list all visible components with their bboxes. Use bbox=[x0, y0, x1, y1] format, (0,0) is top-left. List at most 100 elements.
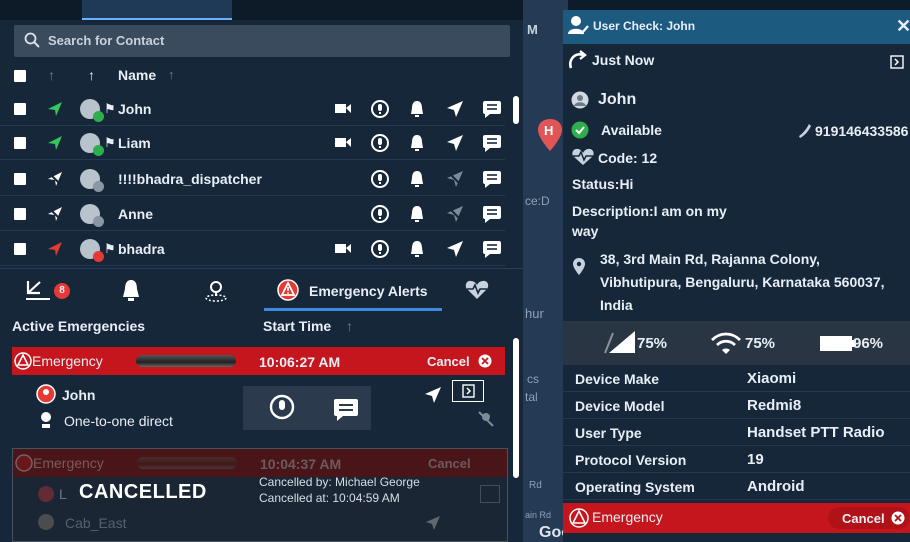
cancelled-emergency-bar: Emergency 10:04:37 AM Cancel bbox=[13, 449, 507, 477]
missed-count-badge: 8 bbox=[54, 283, 70, 299]
contacts-scrollbar[interactable] bbox=[513, 96, 519, 124]
emergencies-header: Active Emergencies Start Time ↑ bbox=[0, 310, 523, 342]
contact-row[interactable]: !!!!bhadra_dispatcher bbox=[0, 162, 505, 196]
available-badge bbox=[93, 111, 104, 122]
cancelled-title: Emergency bbox=[33, 455, 104, 471]
device-info-key: Operating System bbox=[575, 479, 695, 495]
user-check-icon bbox=[567, 14, 589, 39]
contact-row[interactable]: ⚑ bhadra bbox=[0, 232, 505, 266]
emergencies-scrollbar[interactable] bbox=[513, 338, 519, 478]
alert-bell-icon[interactable] bbox=[408, 205, 426, 226]
cancelled-user-partial: L bbox=[59, 486, 67, 502]
sort-avatar-icon[interactable]: ↑ bbox=[88, 67, 95, 83]
alert-bell-icon[interactable] bbox=[408, 240, 426, 261]
name-column-header[interactable]: Name bbox=[118, 67, 156, 83]
ptt-call-icon[interactable] bbox=[371, 240, 389, 261]
ptt-call-icon[interactable] bbox=[371, 205, 389, 226]
close-icon[interactable]: ✕ bbox=[896, 16, 910, 37]
cancelled-status-label: CANCELLED bbox=[79, 481, 207, 503]
top-tab-strip bbox=[0, 0, 523, 20]
emergency-user-icon bbox=[37, 485, 55, 506]
alert-bell-icon[interactable] bbox=[408, 170, 426, 191]
avatar bbox=[80, 133, 104, 156]
send-location-disabled-icon bbox=[446, 205, 464, 226]
user-address: 38, 3rd Main Rd, Rajanna Colony, Vibhuti… bbox=[600, 251, 885, 313]
row-checkbox[interactable] bbox=[14, 243, 26, 255]
tab-emergency-alerts[interactable]: Emergency Alerts bbox=[264, 271, 442, 311]
message-icon[interactable] bbox=[482, 240, 502, 261]
locate-user-icon[interactable] bbox=[424, 386, 442, 407]
start-time-heading[interactable]: Start Time bbox=[263, 318, 331, 334]
contact-row[interactable]: ⚑ Liam bbox=[0, 126, 505, 160]
location-tab-icon[interactable] bbox=[203, 279, 229, 306]
message-icon[interactable] bbox=[482, 170, 502, 191]
phone-icon bbox=[796, 122, 812, 141]
ptt-call-icon[interactable] bbox=[371, 134, 389, 155]
panel-cancel-label: Cancel bbox=[842, 511, 885, 526]
hospital-marker-icon[interactable]: H bbox=[537, 118, 563, 155]
refresh-icon[interactable] bbox=[567, 50, 591, 75]
message-icon[interactable] bbox=[482, 134, 502, 155]
panel-emergency-bar: Emergency Cancel bbox=[563, 503, 910, 533]
ptt-call-icon[interactable] bbox=[269, 394, 295, 423]
cancelled-audio-pill bbox=[137, 457, 237, 469]
emergency-badge bbox=[93, 251, 104, 262]
send-location-disabled-icon bbox=[446, 170, 464, 191]
video-call-icon[interactable] bbox=[334, 134, 352, 153]
bottom-tab-bar: 8 Emergency Alerts bbox=[0, 268, 523, 311]
ptt-call-icon[interactable] bbox=[371, 100, 389, 121]
ptt-call-icon[interactable] bbox=[371, 170, 389, 191]
panel-emergency-label: Emergency bbox=[592, 509, 663, 525]
alerts-tab-icon[interactable] bbox=[120, 279, 142, 306]
expand-details-button[interactable] bbox=[452, 380, 484, 402]
row-checkbox[interactable] bbox=[14, 208, 26, 220]
alert-bell-icon[interactable] bbox=[408, 100, 426, 121]
heartbeat-tab-icon[interactable] bbox=[464, 279, 490, 304]
panel-cancel-emergency-button[interactable]: Cancel bbox=[828, 507, 910, 529]
message-icon[interactable] bbox=[482, 205, 502, 226]
emergency-row-active[interactable]: Emergency 10:06:27 AM Cancel bbox=[12, 347, 505, 375]
contact-row[interactable]: ⚑ John bbox=[0, 92, 505, 126]
device-info-value: Android bbox=[747, 478, 805, 495]
message-icon[interactable] bbox=[482, 100, 502, 121]
emergency-row-cancelled: Emergency 10:04:37 AM Cancel L CANCELLED… bbox=[12, 448, 508, 542]
expand-details-button bbox=[480, 485, 500, 503]
device-info-row: Protocol Version 19 bbox=[563, 446, 910, 473]
send-location-icon[interactable] bbox=[446, 100, 464, 121]
send-location-icon[interactable] bbox=[446, 240, 464, 261]
wifi-value: 75% bbox=[745, 335, 776, 352]
emergency-audio-pill bbox=[136, 355, 236, 367]
search-input[interactable]: Search for Contact bbox=[14, 25, 510, 57]
alert-bell-icon[interactable] bbox=[408, 134, 426, 155]
contacts-header: ↑ ↑ Name ↑ bbox=[0, 62, 523, 90]
contact-name: bhadra bbox=[118, 241, 165, 257]
select-all-checkbox[interactable] bbox=[14, 70, 26, 82]
row-checkbox[interactable] bbox=[14, 173, 26, 185]
expand-panel-button[interactable] bbox=[890, 55, 904, 72]
cancel-emergency-button[interactable]: Cancel bbox=[427, 354, 470, 369]
location-pin-icon bbox=[572, 258, 586, 279]
video-call-icon[interactable] bbox=[334, 240, 352, 259]
missed-calls-icon[interactable] bbox=[24, 279, 52, 304]
contact-row[interactable]: Anne bbox=[0, 197, 505, 231]
signal-strength-icon bbox=[603, 327, 639, 360]
message-icon[interactable] bbox=[333, 398, 359, 425]
contact-name: Liam bbox=[118, 135, 151, 151]
map-label: ain Rd bbox=[525, 510, 552, 520]
emergency-call-type: One-to-one direct bbox=[64, 413, 173, 429]
name-sort-icon[interactable]: ↑ bbox=[168, 67, 175, 82]
cancel-x-icon[interactable] bbox=[478, 354, 492, 371]
avatar bbox=[80, 169, 104, 192]
user-status-text: Status:Hi bbox=[572, 176, 634, 192]
sort-status-icon[interactable]: ↑ bbox=[48, 67, 55, 83]
send-location-icon[interactable] bbox=[446, 134, 464, 155]
map-label: cs bbox=[527, 372, 539, 386]
row-checkbox[interactable] bbox=[14, 103, 26, 115]
tab-contacts[interactable] bbox=[82, 0, 232, 20]
video-call-icon[interactable] bbox=[334, 100, 352, 119]
start-time-sort-icon[interactable]: ↑ bbox=[346, 318, 353, 334]
row-checkbox[interactable] bbox=[14, 137, 26, 149]
map-view[interactable]: M H ce:D hur cs tal Rd ain Rd Google bbox=[523, 0, 594, 542]
device-info-row: User Type Handset PTT Radio bbox=[563, 419, 910, 446]
search-placeholder: Search for Contact bbox=[48, 33, 165, 48]
